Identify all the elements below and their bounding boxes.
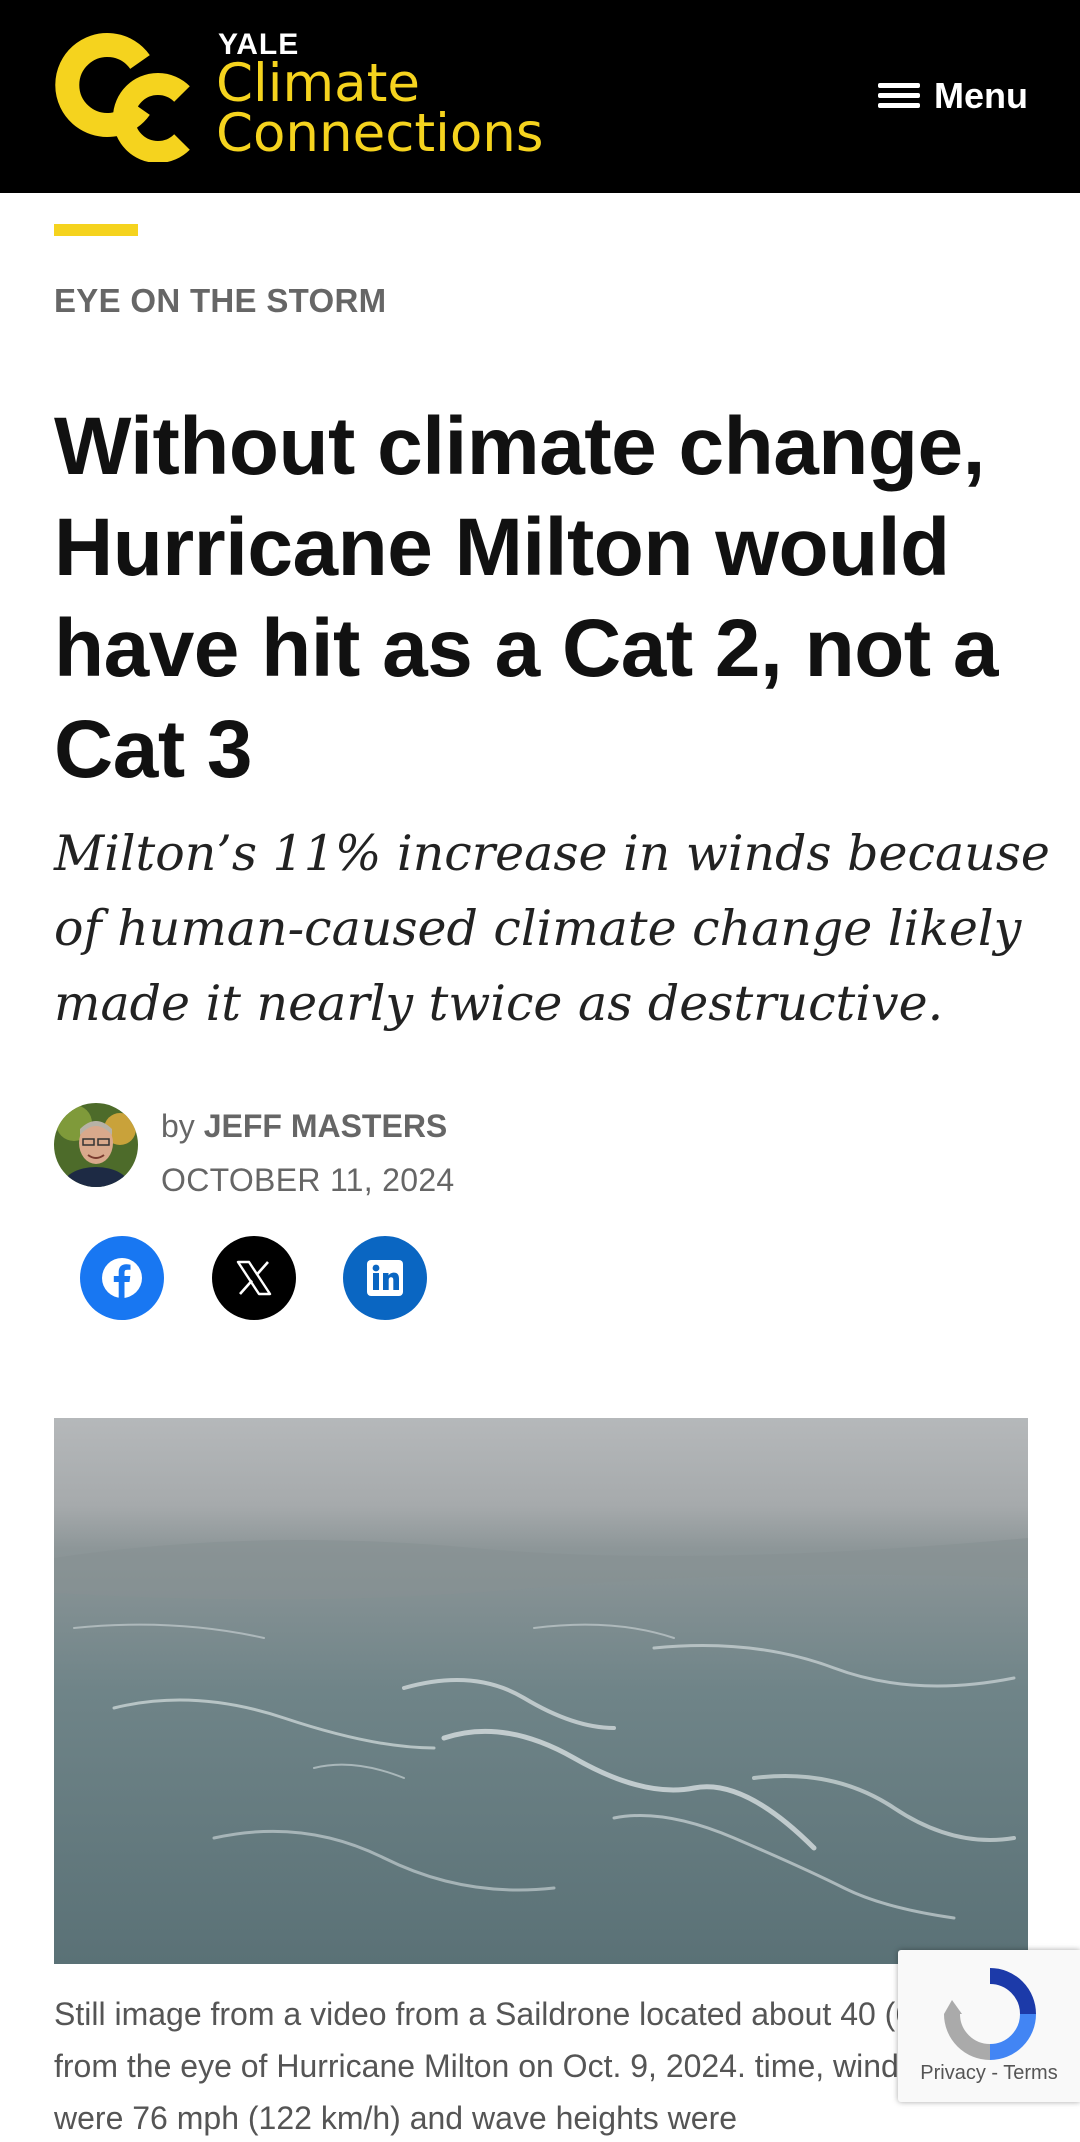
recaptcha-privacy-link[interactable]: Privacy — [920, 2062, 986, 2084]
share-linkedin-button[interactable] — [343, 1236, 427, 1320]
recaptcha-links: Privacy - Terms — [898, 2062, 1080, 2085]
logo-text-connections: Connections — [216, 103, 544, 164]
share-x-button[interactable] — [212, 1236, 296, 1320]
x-icon — [236, 1260, 272, 1296]
hamburger-icon — [878, 80, 920, 112]
share-facebook-button[interactable] — [80, 1236, 164, 1320]
category-link[interactable]: EYE ON THE STORM — [54, 282, 386, 320]
publish-date: OCTOBER 11, 2024 — [161, 1162, 455, 1198]
recaptcha-separator: - — [985, 2062, 1004, 2084]
accent-bar — [54, 224, 138, 236]
byline-prefix: by — [161, 1108, 204, 1144]
byline: by JEFF MASTERS — [161, 1108, 447, 1145]
article-headline: Without climate change, Hurricane Milton… — [54, 401, 998, 795]
recaptcha-badge[interactable]: Privacy - Terms — [898, 1950, 1080, 2102]
recaptcha-terms-link[interactable]: Terms — [1003, 2062, 1057, 2084]
article-hero-image — [54, 1418, 1028, 1964]
site-header: YALE Climate Connections Menu — [0, 0, 1080, 193]
facebook-icon — [102, 1258, 142, 1298]
site-logo[interactable]: YALE Climate Connections — [52, 22, 572, 172]
linkedin-icon — [367, 1260, 403, 1296]
author-avatar[interactable] — [54, 1103, 138, 1187]
menu-button[interactable]: Menu — [878, 70, 1028, 122]
menu-label: Menu — [934, 75, 1028, 116]
author-name[interactable]: JEFF MASTERS — [204, 1108, 448, 1144]
recaptcha-icon — [944, 1968, 1036, 2060]
article-deck: Milton’s 11% increase in winds because o… — [54, 825, 1050, 1032]
cc-logo-icon — [55, 33, 190, 162]
